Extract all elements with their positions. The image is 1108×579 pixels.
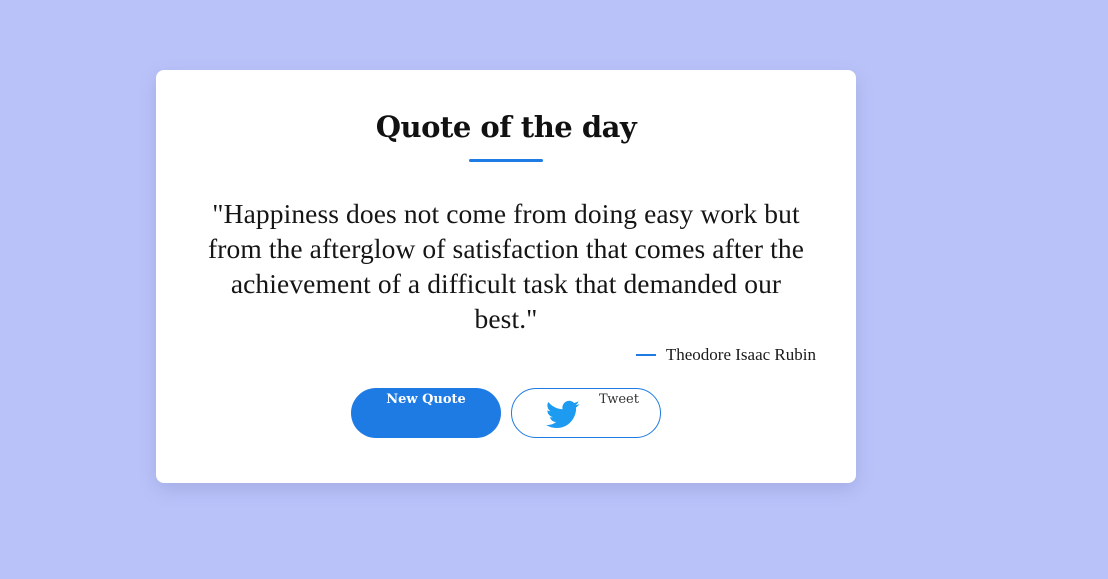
new-quote-label: New Quote	[386, 392, 466, 407]
quote-card: Quote of the day "Happiness does not com…	[156, 70, 856, 483]
new-quote-button[interactable]: New Quote	[351, 388, 501, 438]
author-line: Theodore Isaac Rubin	[635, 345, 816, 365]
quote-text: "Happiness does not come from doing easy…	[207, 198, 805, 334]
tweet-button[interactable]: Tweet	[511, 388, 661, 438]
title-underline	[469, 159, 543, 162]
author-name: Theodore Isaac Rubin	[665, 345, 816, 364]
card-title: Quote of the day	[375, 110, 637, 144]
tweet-label: Tweet	[599, 392, 639, 407]
twitter-bird-icon	[544, 397, 582, 431]
author-dash	[635, 354, 656, 356]
